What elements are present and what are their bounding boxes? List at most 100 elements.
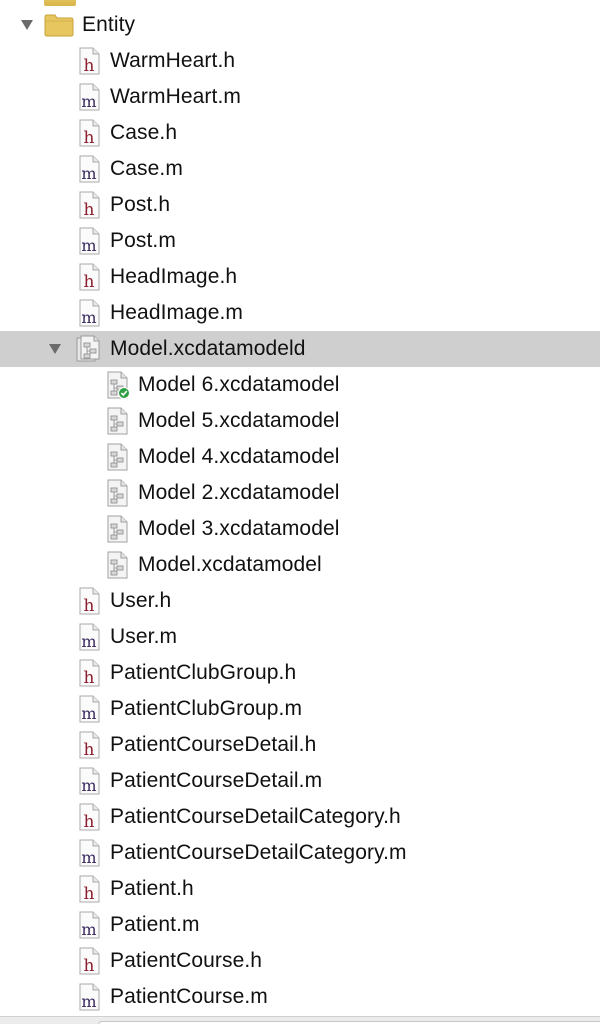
svg-text:h: h: [84, 128, 95, 147]
file-row[interactable]: h PatientCourse.h: [0, 943, 600, 979]
model-version-row[interactable]: Model 5.xcdatamodel: [0, 403, 600, 439]
folder-icon: [44, 0, 76, 6]
file-name: PatientCourseDetailCategory.h: [110, 805, 401, 828]
data-model-icon: [104, 479, 130, 507]
model-version-row[interactable]: Model 2.xcdatamodel: [0, 475, 600, 511]
header-file-icon: h: [76, 47, 102, 75]
header-file-icon: h: [76, 875, 102, 903]
file-name: PatientCourse.m: [110, 985, 268, 1008]
file-name: Post.m: [110, 229, 176, 252]
implementation-file-icon: m: [76, 155, 102, 183]
file-row[interactable]: h PatientCourseDetailCategory.h: [0, 799, 600, 835]
header-file-icon: h: [76, 731, 102, 759]
svg-text:m: m: [81, 308, 96, 327]
file-name: PatientCourseDetail.m: [110, 769, 323, 792]
svg-text:h: h: [84, 884, 95, 903]
file-name: Case.m: [110, 157, 183, 180]
file-name: Patient.m: [110, 913, 200, 936]
file-row[interactable]: h WarmHeart.h: [0, 43, 600, 79]
svg-text:h: h: [84, 596, 95, 615]
svg-text:h: h: [84, 272, 95, 291]
file-name: Case.h: [110, 121, 178, 144]
svg-text:m: m: [81, 920, 96, 939]
header-file-icon: h: [76, 587, 102, 615]
file-row[interactable]: h Patient.h: [0, 871, 600, 907]
file-row[interactable]: m PatientCourse.m: [0, 979, 600, 1015]
file-row[interactable]: m Case.m: [0, 151, 600, 187]
file-row[interactable]: h PatientCourseDetail.h: [0, 727, 600, 763]
data-model-bundle-icon: [74, 335, 100, 363]
file-row[interactable]: h HeadImage.h: [0, 259, 600, 295]
header-file-icon: h: [76, 119, 102, 147]
model-bundle-row[interactable]: Model.xcdatamodeld: [0, 331, 600, 367]
file-name: PatientClubGroup.m: [110, 697, 303, 720]
file-name: WarmHeart.h: [110, 49, 236, 72]
header-file-icon: h: [76, 659, 102, 687]
implementation-file-icon: m: [76, 839, 102, 867]
data-model-icon: [104, 551, 130, 579]
implementation-file-icon: m: [76, 623, 102, 651]
svg-text:m: m: [81, 92, 96, 111]
file-row[interactable]: h Post.h: [0, 187, 600, 223]
svg-text:h: h: [84, 668, 95, 687]
disclosure-triangle-icon[interactable]: [45, 331, 65, 367]
file-row[interactable]: m Patient.m: [0, 907, 600, 943]
group-label: Entity: [82, 13, 136, 36]
data-model-icon: [104, 443, 130, 471]
svg-text:m: m: [81, 704, 96, 723]
svg-text:h: h: [84, 200, 95, 219]
implementation-file-icon: m: [76, 227, 102, 255]
svg-text:m: m: [81, 236, 96, 255]
header-file-icon: h: [76, 803, 102, 831]
file-name: PatientCourseDetail.h: [110, 733, 317, 756]
file-name: Model.xcdatamodeld: [110, 337, 306, 360]
file-row[interactable]: m PatientCourseDetailCategory.m: [0, 835, 600, 871]
svg-text:h: h: [84, 740, 95, 759]
svg-text:h: h: [84, 812, 95, 831]
file-row[interactable]: h User.h: [0, 583, 600, 619]
file-name: WarmHeart.m: [110, 85, 241, 108]
header-file-icon: h: [76, 191, 102, 219]
implementation-file-icon: m: [76, 983, 102, 1011]
file-name: HeadImage.m: [110, 301, 243, 324]
file-name: Patient.h: [110, 877, 194, 900]
file-row[interactable]: h Case.h: [0, 115, 600, 151]
file-row[interactable]: m HeadImage.m: [0, 295, 600, 331]
navigator-filter-bar: [0, 1016, 600, 1024]
file-row[interactable]: h PatientClubGroup.h: [0, 655, 600, 691]
model-version-row[interactable]: Model 6.xcdatamodel: [0, 367, 600, 403]
file-name: Post.h: [110, 193, 171, 216]
file-name: User.h: [110, 589, 172, 612]
file-name: HeadImage.h: [110, 265, 238, 288]
file-row[interactable]: m Post.m: [0, 223, 600, 259]
implementation-file-icon: m: [76, 767, 102, 795]
file-name: Model 5.xcdatamodel: [138, 409, 340, 432]
file-name: PatientClubGroup.h: [110, 661, 297, 684]
file-name: PatientCourse.h: [110, 949, 263, 972]
current-data-model-icon: [104, 371, 130, 399]
svg-text:m: m: [81, 164, 96, 183]
file-name: PatientCourseDetailCategory.m: [110, 841, 407, 864]
file-row[interactable]: m WarmHeart.m: [0, 79, 600, 115]
file-row[interactable]: m PatientCourseDetail.m: [0, 763, 600, 799]
data-model-icon: [104, 515, 130, 543]
file-name: User.m: [110, 625, 178, 648]
file-row[interactable]: m PatientClubGroup.m: [0, 691, 600, 727]
file-name: Model 6.xcdatamodel: [138, 373, 340, 396]
svg-text:h: h: [84, 956, 95, 975]
file-row[interactable]: m User.m: [0, 619, 600, 655]
disclosure-triangle-icon[interactable]: [17, 7, 37, 43]
implementation-file-icon: m: [76, 911, 102, 939]
model-version-row[interactable]: Model.xcdatamodel: [0, 547, 600, 583]
svg-text:m: m: [81, 992, 96, 1011]
implementation-file-icon: m: [76, 695, 102, 723]
svg-text:m: m: [81, 776, 96, 795]
group-row-entity[interactable]: Entity: [0, 7, 600, 43]
model-version-row[interactable]: Model 3.xcdatamodel: [0, 511, 600, 547]
implementation-file-icon: m: [76, 299, 102, 327]
model-version-row[interactable]: Model 4.xcdatamodel: [0, 439, 600, 475]
project-navigator: Entity h WarmHeart.h m WarmHeart.m h Case.h m Ca…: [0, 0, 600, 1024]
implementation-file-icon: m: [76, 83, 102, 111]
svg-text:m: m: [81, 632, 96, 651]
data-model-icon: [104, 407, 130, 435]
